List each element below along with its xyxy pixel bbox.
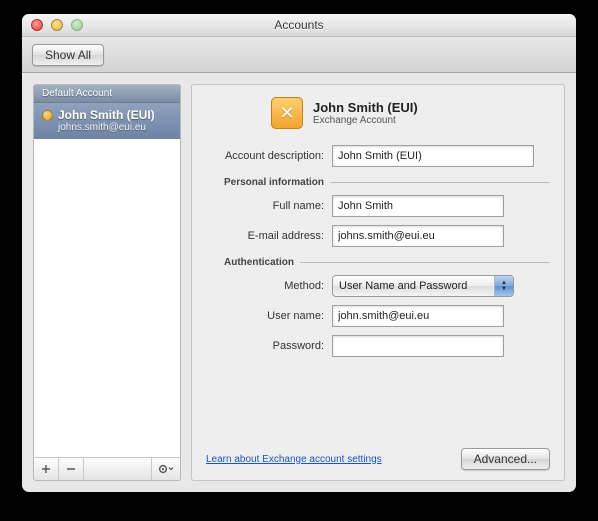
authentication-section-label: Authentication (224, 257, 300, 268)
sidebar-account-email: johns.smith@eui.eu (58, 122, 172, 133)
exchange-icon: ✕ (271, 97, 303, 129)
close-window-button[interactable] (31, 19, 43, 31)
minimize-window-button[interactable] (51, 19, 63, 31)
divider (300, 262, 550, 263)
method-label: Method: (206, 280, 332, 292)
account-description-label: Account description: (206, 150, 332, 162)
full-name-label: Full name: (206, 200, 332, 212)
account-detail-panel: ✕ John Smith (EUI) Exchange Account Acco… (191, 84, 565, 481)
learn-more-link[interactable]: Learn about Exchange account settings (206, 454, 382, 465)
full-name-input[interactable] (332, 195, 504, 217)
account-description-input[interactable] (332, 145, 534, 167)
auth-method-value: User Name and Password (339, 280, 467, 292)
advanced-button[interactable]: Advanced... (461, 448, 550, 470)
status-dot-icon (42, 110, 53, 121)
email-label: E-mail address: (206, 230, 332, 242)
account-title: John Smith (EUI) (313, 100, 418, 115)
chevron-up-down-icon: ▲▼ (494, 276, 513, 296)
titlebar: Accounts (22, 14, 576, 37)
sidebar-footer (33, 457, 181, 481)
window-title: Accounts (22, 18, 576, 32)
add-account-button[interactable] (34, 458, 59, 480)
email-input[interactable] (332, 225, 504, 247)
zoom-window-button[interactable] (71, 19, 83, 31)
sidebar-section-header: Default Account (34, 85, 180, 103)
password-label: Password: (206, 340, 332, 352)
user-name-input[interactable] (332, 305, 504, 327)
user-name-label: User name: (206, 310, 332, 322)
remove-account-button[interactable] (59, 458, 84, 480)
account-actions-button[interactable] (151, 458, 180, 480)
accounts-sidebar: Default Account John Smith (EUI) johns.s… (33, 84, 181, 457)
sidebar-account-item[interactable]: John Smith (EUI) johns.smith@eui.eu (34, 103, 180, 139)
auth-method-select[interactable]: User Name and Password ▲▼ (332, 275, 514, 297)
show-all-button[interactable]: Show All (32, 44, 104, 66)
personal-info-section-label: Personal information (224, 177, 330, 188)
toolbar: Show All (22, 37, 576, 73)
divider (330, 182, 550, 183)
account-type-label: Exchange Account (313, 115, 418, 126)
sidebar-account-name: John Smith (EUI) (58, 108, 155, 122)
password-input[interactable] (332, 335, 504, 357)
accounts-window: Accounts Show All Default Account John S… (22, 14, 576, 492)
